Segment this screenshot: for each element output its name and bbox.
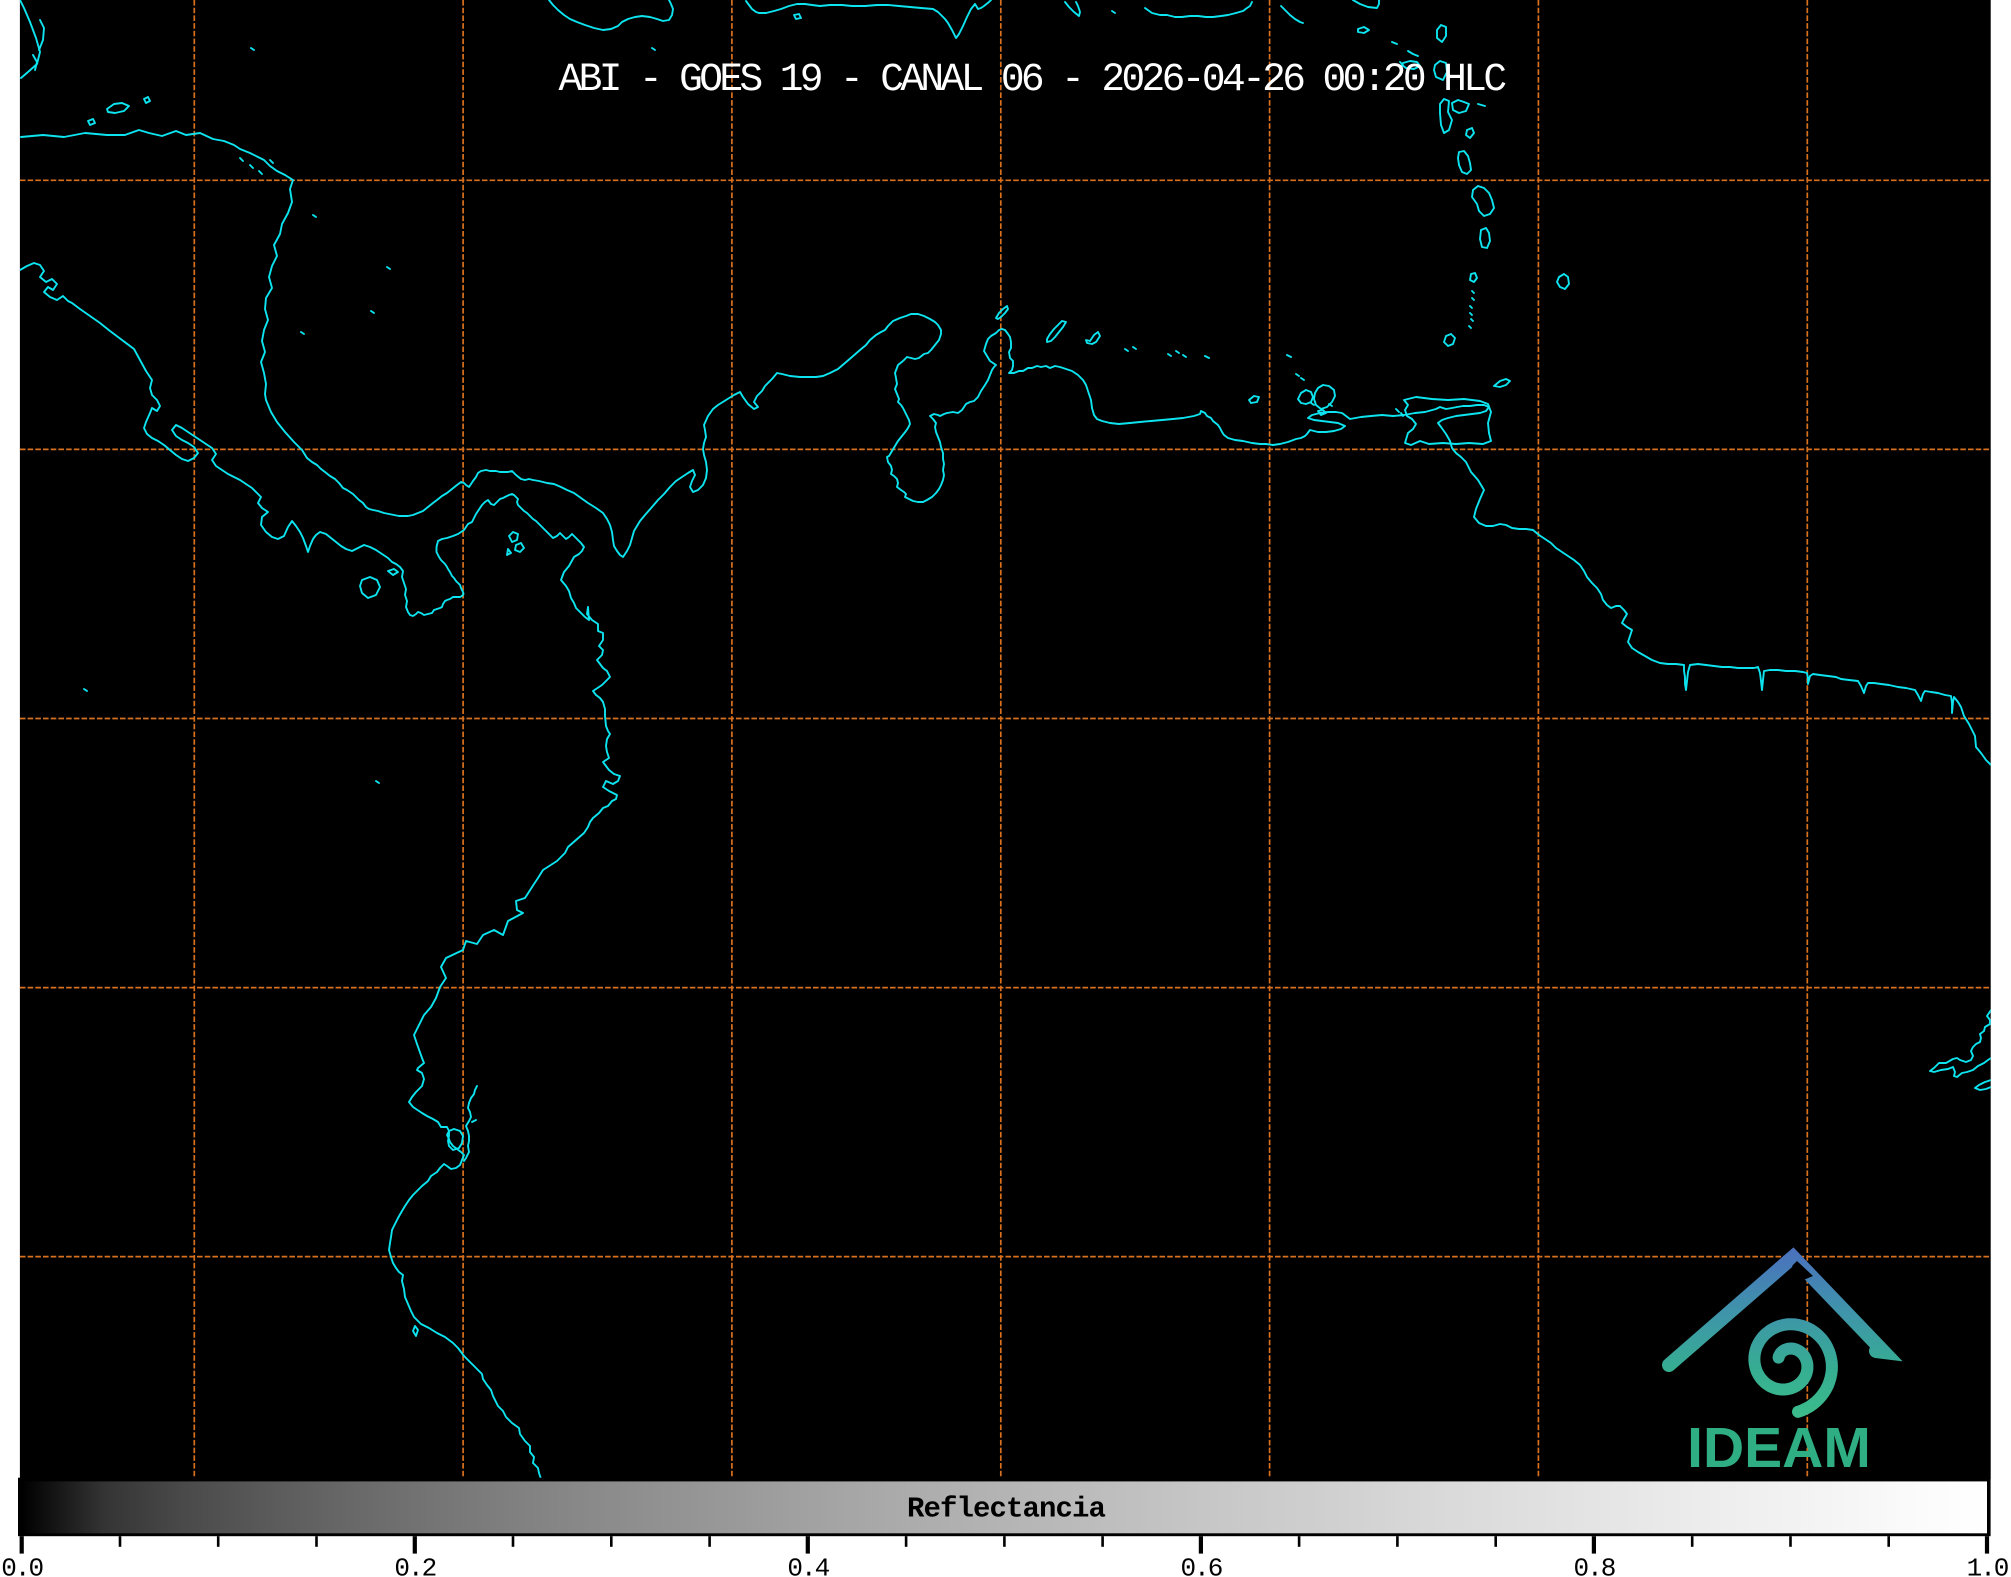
svg-text:0.0: 0.0 [1,1554,42,1577]
svg-text:0.6: 0.6 [1180,1554,1221,1577]
svg-text:ABI - GOES 19 - CANAL 06 - 202: ABI - GOES 19 - CANAL 06 - 2026-04-26 00… [559,57,1507,102]
svg-text:IDEAM: IDEAM [1687,1416,1871,1480]
svg-text:0.4: 0.4 [787,1554,829,1577]
svg-text:0.8: 0.8 [1573,1554,1614,1577]
svg-text:0.2: 0.2 [394,1554,435,1577]
svg-text:1.0: 1.0 [1967,1554,2008,1577]
svg-text:Reflectancia: Reflectancia [907,1493,1106,1526]
